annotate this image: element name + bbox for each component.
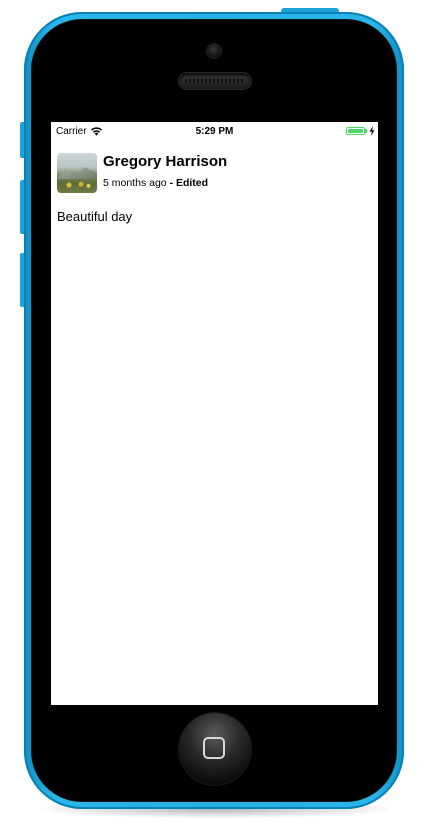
post-header: Gregory Harrison 5 months ago - Edited bbox=[57, 153, 372, 193]
clock: 5:29 PM bbox=[195, 126, 234, 137]
post-body: Beautiful day bbox=[57, 209, 133, 224]
battery-tip bbox=[365, 129, 367, 133]
avatar-flowers bbox=[63, 181, 93, 189]
avatar-mountain bbox=[57, 167, 97, 179]
screen: Carrier 5:29 PM Gregory Harrison 5 month… bbox=[51, 122, 378, 705]
home-square-icon bbox=[203, 737, 225, 759]
earpiece-speaker bbox=[179, 73, 251, 89]
edited-label: - Edited bbox=[169, 177, 209, 189]
avatar[interactable] bbox=[57, 153, 97, 193]
post-meta: 5 months ago - Edited bbox=[103, 177, 208, 189]
charging-bolt-icon bbox=[369, 126, 375, 136]
status-bar: Carrier 5:29 PM bbox=[51, 122, 378, 140]
author-name[interactable]: Gregory Harrison bbox=[103, 153, 227, 170]
home-button[interactable] bbox=[179, 713, 251, 785]
post-timestamp: 5 months ago bbox=[103, 177, 167, 189]
front-camera-icon bbox=[207, 44, 221, 58]
battery-icon bbox=[346, 127, 365, 135]
